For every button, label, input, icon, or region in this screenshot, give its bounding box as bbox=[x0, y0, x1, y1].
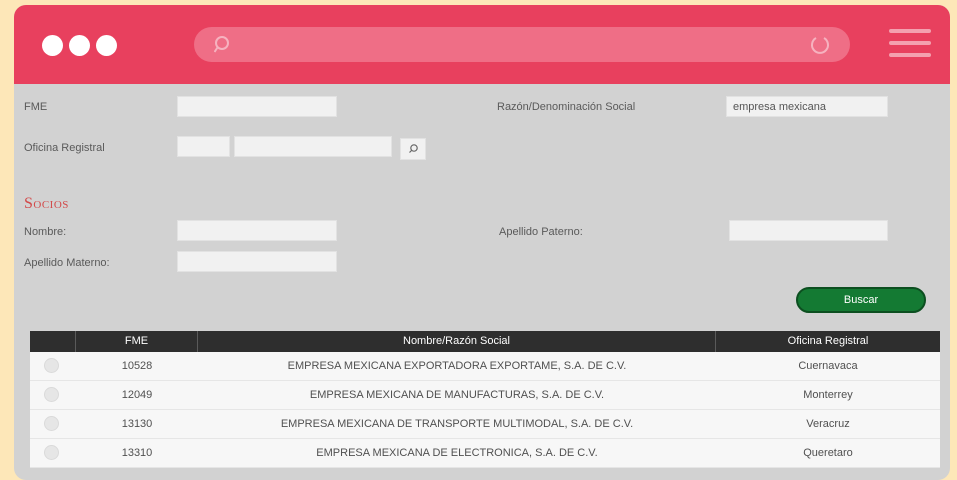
oficina-cell: Monterrey bbox=[803, 389, 853, 401]
hamburger-menu-icon[interactable] bbox=[889, 29, 931, 63]
oficina-name-input[interactable] bbox=[234, 136, 392, 157]
results-table: FME Nombre/Razón Social Oficina Registra… bbox=[30, 331, 940, 468]
nombre-cell: EMPRESA MEXICANA DE TRANSPORTE MULTIMODA… bbox=[280, 418, 634, 430]
row-radio[interactable] bbox=[44, 358, 59, 373]
nombre-input[interactable] bbox=[177, 220, 337, 241]
lookup-button[interactable] bbox=[400, 138, 426, 160]
title-bar bbox=[14, 5, 950, 84]
row-radio[interactable] bbox=[44, 387, 59, 402]
select-cell bbox=[30, 352, 76, 380]
window-dot-3[interactable] bbox=[96, 35, 117, 56]
oficina-cell: Veracruz bbox=[806, 418, 850, 430]
fme-cell: 10528 bbox=[121, 360, 153, 372]
select-cell bbox=[30, 439, 76, 467]
column-header-fme: FME bbox=[76, 331, 198, 352]
table-row[interactable]: 10528 EMPRESA MEXICANA EXPORTADORA EXPOR… bbox=[30, 352, 940, 381]
nombre-label: Nombre: bbox=[24, 226, 67, 238]
fme-label: FME bbox=[24, 101, 48, 113]
table-row[interactable]: 13310 EMPRESA MEXICANA DE ELECTRONICA, S… bbox=[30, 439, 940, 468]
oficina-cell: Queretaro bbox=[803, 447, 853, 459]
address-bar[interactable] bbox=[194, 27, 850, 62]
oficina-cell: Cuernavaca bbox=[798, 360, 858, 372]
apellido-materno-label: Apellido Materno: bbox=[24, 257, 110, 269]
window-dot-2[interactable] bbox=[69, 35, 90, 56]
column-header-nombre: Nombre/Razón Social bbox=[198, 331, 716, 352]
window-dot-1[interactable] bbox=[42, 35, 63, 56]
nombre-cell: EMPRESA MEXICANA DE ELECTRONICA, S.A. DE… bbox=[316, 447, 598, 459]
search-icon bbox=[214, 36, 229, 53]
nombre-cell: EMPRESA MEXICANA DE MANUFACTURAS, S.A. D… bbox=[309, 389, 605, 401]
fme-cell: 13130 bbox=[121, 418, 153, 430]
row-radio[interactable] bbox=[44, 445, 59, 460]
socios-section-title: Socios bbox=[24, 195, 69, 212]
browser-window: FME Razón/Denominación Social Oficina Re… bbox=[14, 5, 950, 480]
table-row[interactable]: 13130 EMPRESA MEXICANA DE TRANSPORTE MUL… bbox=[30, 410, 940, 439]
apellido-paterno-input[interactable] bbox=[729, 220, 888, 241]
oficina-code-input[interactable] bbox=[177, 136, 230, 157]
column-header-oficina: Oficina Registral bbox=[787, 335, 869, 347]
apellido-materno-input[interactable] bbox=[177, 251, 337, 272]
fme-input[interactable] bbox=[177, 96, 337, 117]
select-cell bbox=[30, 410, 76, 438]
buscar-button[interactable]: Buscar bbox=[796, 287, 926, 313]
select-cell bbox=[30, 381, 76, 409]
search-icon bbox=[409, 144, 418, 153]
select-column-header bbox=[30, 331, 76, 352]
razon-social-input[interactable] bbox=[726, 96, 888, 117]
reload-icon[interactable] bbox=[808, 33, 832, 57]
oficina-registral-label: Oficina Registral bbox=[24, 142, 105, 154]
table-header: FME Nombre/Razón Social Oficina Registra… bbox=[30, 331, 940, 352]
fme-cell: 12049 bbox=[121, 389, 153, 401]
fme-cell: 13310 bbox=[121, 447, 153, 459]
table-row[interactable]: 12049 EMPRESA MEXICANA DE MANUFACTURAS, … bbox=[30, 381, 940, 410]
razon-social-label: Razón/Denominación Social bbox=[497, 101, 636, 113]
nombre-cell: EMPRESA MEXICANA EXPORTADORA EXPORTAME, … bbox=[287, 360, 627, 372]
apellido-paterno-label: Apellido Paterno: bbox=[499, 226, 583, 238]
row-radio[interactable] bbox=[44, 416, 59, 431]
